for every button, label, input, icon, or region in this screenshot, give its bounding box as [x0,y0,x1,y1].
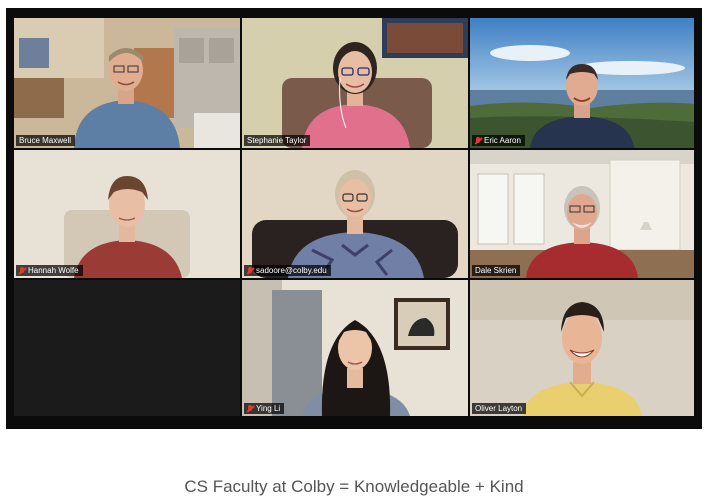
participant-name: Eric Aaron [484,136,521,145]
name-tag: sadoore@colby.edu [244,265,331,276]
participant-video-ying [302,320,410,416]
participant-video-stephanie [302,42,410,148]
participant-name: sadoore@colby.edu [256,266,327,275]
name-tag: Hannah Wolfe [16,265,83,276]
participant-video-hannah [74,176,182,278]
participant-name: Dale Skrien [475,266,517,275]
participant-video-oliver [522,302,642,416]
video-tile-ying-li[interactable]: Ying Li [242,280,468,416]
video-tile-oliver-layton[interactable]: Oliver Layton [470,280,694,416]
name-tag: Ying Li [244,403,285,414]
video-tile-eric-aaron[interactable]: Eric Aaron [470,18,694,148]
participant-name: Bruce Maxwell [19,136,72,145]
muted-mic-icon [247,404,253,413]
video-tile-stephanie-taylor[interactable]: Stephanie Taylor [242,18,468,148]
participant-name: Hannah Wolfe [28,266,79,275]
photo-caption: CS Faculty at Colby = Knowledgeable + Ki… [184,477,524,496]
name-tag: Stephanie Taylor [244,135,311,146]
name-tag: Oliver Layton [472,403,527,414]
name-tag: Bruce Maxwell [16,135,76,146]
muted-mic-icon [475,136,481,145]
video-tile-hannah-wolfe[interactable]: Hannah Wolfe [14,150,240,278]
participant-video-dale [526,186,638,278]
video-tile-bruce-maxwell[interactable]: Bruce Maxwell [14,18,240,148]
participant-name: Stephanie Taylor [247,136,307,145]
participant-name: Oliver Layton [475,404,523,413]
name-tag: Eric Aaron [472,135,525,146]
name-tag: Dale Skrien [472,265,521,276]
video-grid: Bruce Maxwell Stephanie Taylor Eric Aaro… [6,8,702,429]
participant-video-bruce [74,48,180,148]
muted-mic-icon [247,266,253,275]
video-tile-empty [14,280,240,416]
muted-mic-icon [19,266,25,275]
participant-video-sadoore [288,170,424,278]
video-tile-dale-skrien[interactable]: Dale Skrien [470,150,694,278]
participant-video-eric [530,64,634,148]
video-tile-sadoore[interactable]: sadoore@colby.edu [242,150,468,278]
participant-name: Ying Li [256,404,281,413]
